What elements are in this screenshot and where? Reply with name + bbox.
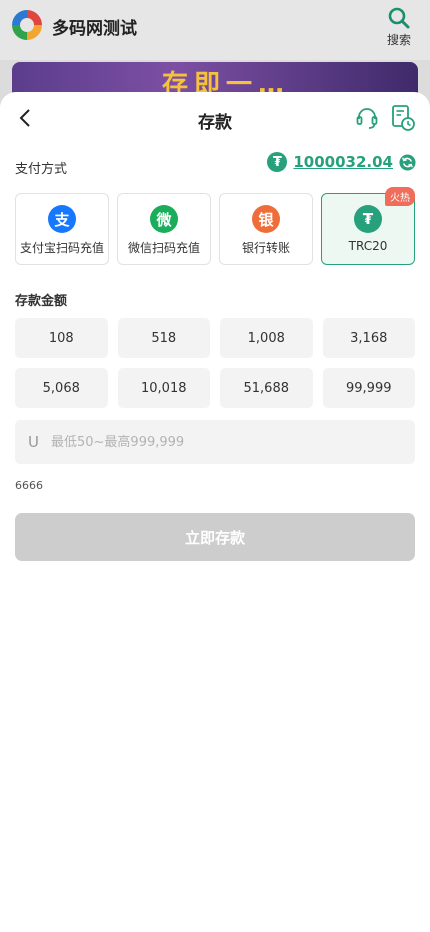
currency-unit: U [28, 433, 39, 451]
method-trc20[interactable]: 火热 ₮ TRC20 [321, 187, 415, 265]
amount-preset-grid: 108 518 1,008 3,168 5,068 10,018 51,688 … [15, 318, 415, 408]
amount-input[interactable] [48, 433, 373, 451]
payment-method-label: 支付方式 [15, 162, 68, 177]
payment-method-row: 支付方式 ₮ 1000032.04 [0, 146, 430, 186]
deposit-note: 6666 [15, 479, 43, 492]
bank-icon: 银 [252, 205, 280, 233]
wallet-balance: ₮ 1000032.04 [267, 152, 416, 172]
method-bank-transfer[interactable]: 银 银行转账 [219, 193, 313, 265]
amount-input-box: U [15, 420, 415, 464]
tether-icon: ₮ [354, 205, 382, 233]
amount-preset[interactable]: 108 [15, 318, 108, 358]
alipay-icon: 支 [48, 205, 76, 233]
method-label: TRC20 [348, 239, 388, 253]
method-wechat[interactable]: 微 微信扫码充值 [117, 193, 211, 265]
amount-preset[interactable]: 99,999 [322, 368, 415, 408]
deposit-amount-label: 存款金额 [15, 294, 68, 309]
refresh-icon[interactable] [399, 153, 416, 171]
deposit-record-icon[interactable] [390, 104, 416, 132]
amount-preset[interactable]: 10,018 [117, 368, 210, 408]
amount-preset[interactable]: 51,688 [220, 368, 313, 408]
amount-preset[interactable]: 518 [117, 318, 210, 358]
amount-preset[interactable]: 3,168 [322, 318, 415, 358]
method-label: 支付宝扫码充值 [19, 241, 104, 255]
method-label: 银行转账 [241, 241, 290, 255]
deposit-sheet: 存款 支付方式 ₮ 1000032.04 支 支付宝扫码充值 微 微信扫码充值 … [0, 92, 430, 932]
method-alipay[interactable]: 支 支付宝扫码充值 [15, 193, 109, 265]
amount-preset[interactable]: 5,068 [15, 368, 108, 408]
balance-value: 1000032.04 [293, 153, 393, 171]
background-app-header: 多码网测试 搜索 [0, 0, 430, 60]
search-button[interactable]: 搜索 [382, 6, 416, 48]
search-icon [388, 7, 410, 29]
app-logo [12, 10, 42, 40]
tether-icon: ₮ [267, 152, 288, 172]
method-label: 微信扫码充值 [127, 241, 200, 255]
payment-method-list: 支 支付宝扫码充值 微 微信扫码充值 银 银行转账 火热 ₮ TRC20 [15, 187, 415, 267]
app-title: 多码网测试 [52, 19, 137, 39]
amount-preset[interactable]: 1,008 [220, 318, 313, 358]
search-label: 搜索 [386, 33, 411, 47]
sheet-header: 存款 [0, 92, 430, 146]
hot-badge: 火热 [385, 187, 415, 206]
deposit-submit-button[interactable]: 立即存款 [15, 513, 415, 561]
wechat-icon: 微 [150, 205, 178, 233]
customer-service-icon[interactable] [354, 105, 380, 131]
